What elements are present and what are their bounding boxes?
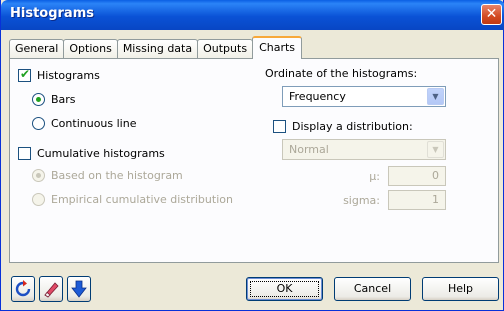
based-on-histogram-radio[interactable] [32, 169, 45, 182]
cumulative-histograms-checkbox-row[interactable]: Cumulative histograms [18, 147, 165, 160]
ok-button[interactable]: OK [246, 277, 323, 301]
down-arrow-icon [71, 280, 87, 298]
mu-label: µ: [369, 170, 380, 183]
histograms-dialog: Histograms ✕ General Options Missing dat… [0, 0, 504, 311]
distribution-select-value: Normal [289, 143, 329, 156]
cumulative-histograms-checkbox[interactable] [18, 147, 31, 160]
bars-radio-label: Bars [51, 93, 76, 106]
close-button[interactable]: ✕ [481, 4, 502, 25]
charts-panel: ✔ Histograms Bars Continuous line Cumula… [9, 58, 499, 263]
move-down-button[interactable] [67, 276, 91, 302]
sigma-input[interactable]: 1 [388, 190, 446, 210]
continuous-line-radio[interactable] [32, 117, 45, 130]
chevron-down-icon[interactable]: ▼ [427, 141, 444, 158]
ordinate-select[interactable]: Frequency ▼ [282, 86, 446, 107]
close-icon: ✕ [485, 6, 498, 22]
ordinate-select-value: Frequency [289, 90, 346, 103]
histograms-checkbox-label: Histograms [37, 69, 100, 82]
title-bar[interactable]: Histograms ✕ [1, 0, 504, 30]
based-on-histogram-label: Based on the histogram [51, 169, 183, 182]
tab-outputs[interactable]: Outputs [197, 39, 254, 59]
tab-missing-data[interactable]: Missing data [116, 39, 199, 59]
sigma-label: sigma: [343, 194, 380, 207]
cancel-button[interactable]: Cancel [334, 277, 411, 301]
empirical-cumulative-radio-row[interactable]: Empirical cumulative distribution [32, 193, 233, 206]
display-distribution-checkbox[interactable] [273, 120, 286, 133]
cumulative-histograms-label: Cumulative histograms [37, 147, 165, 160]
reset-button[interactable] [11, 276, 35, 302]
based-on-histogram-radio-row[interactable]: Based on the histogram [32, 169, 183, 182]
tab-general[interactable]: General [9, 39, 65, 59]
help-button[interactable]: Help [422, 277, 499, 301]
focus-ring [250, 281, 319, 297]
reset-icon [15, 280, 31, 297]
continuous-line-radio-row[interactable]: Continuous line [32, 117, 136, 130]
ordinate-label: Ordinate of the histograms: [265, 67, 418, 80]
empirical-cumulative-radio[interactable] [32, 193, 45, 206]
continuous-line-radio-label: Continuous line [51, 117, 137, 130]
eraser-icon [44, 282, 59, 298]
histograms-checkbox[interactable]: ✔ [18, 67, 31, 82]
tab-charts[interactable]: Charts [252, 36, 303, 59]
clear-button[interactable] [39, 276, 63, 302]
window-title: Histograms [10, 6, 94, 21]
tab-strip: General Options Missing data Outputs Cha… [9, 36, 303, 59]
dialog-footer: OK Cancel Help [9, 270, 499, 306]
histograms-checkbox-row[interactable]: ✔ Histograms [18, 67, 100, 82]
display-distribution-label: Display a distribution: [292, 120, 413, 133]
display-distribution-checkbox-row[interactable]: Display a distribution: [273, 120, 413, 133]
check-mark-icon: ✔ [20, 67, 31, 81]
tab-options[interactable]: Options [63, 39, 118, 59]
mu-input[interactable]: 0 [388, 166, 446, 186]
bars-radio-row[interactable]: Bars [32, 93, 76, 106]
chevron-down-icon[interactable]: ▼ [427, 88, 444, 105]
distribution-select[interactable]: Normal ▼ [282, 139, 446, 160]
empirical-cumulative-label: Empirical cumulative distribution [51, 193, 233, 206]
bars-radio[interactable] [32, 93, 45, 106]
